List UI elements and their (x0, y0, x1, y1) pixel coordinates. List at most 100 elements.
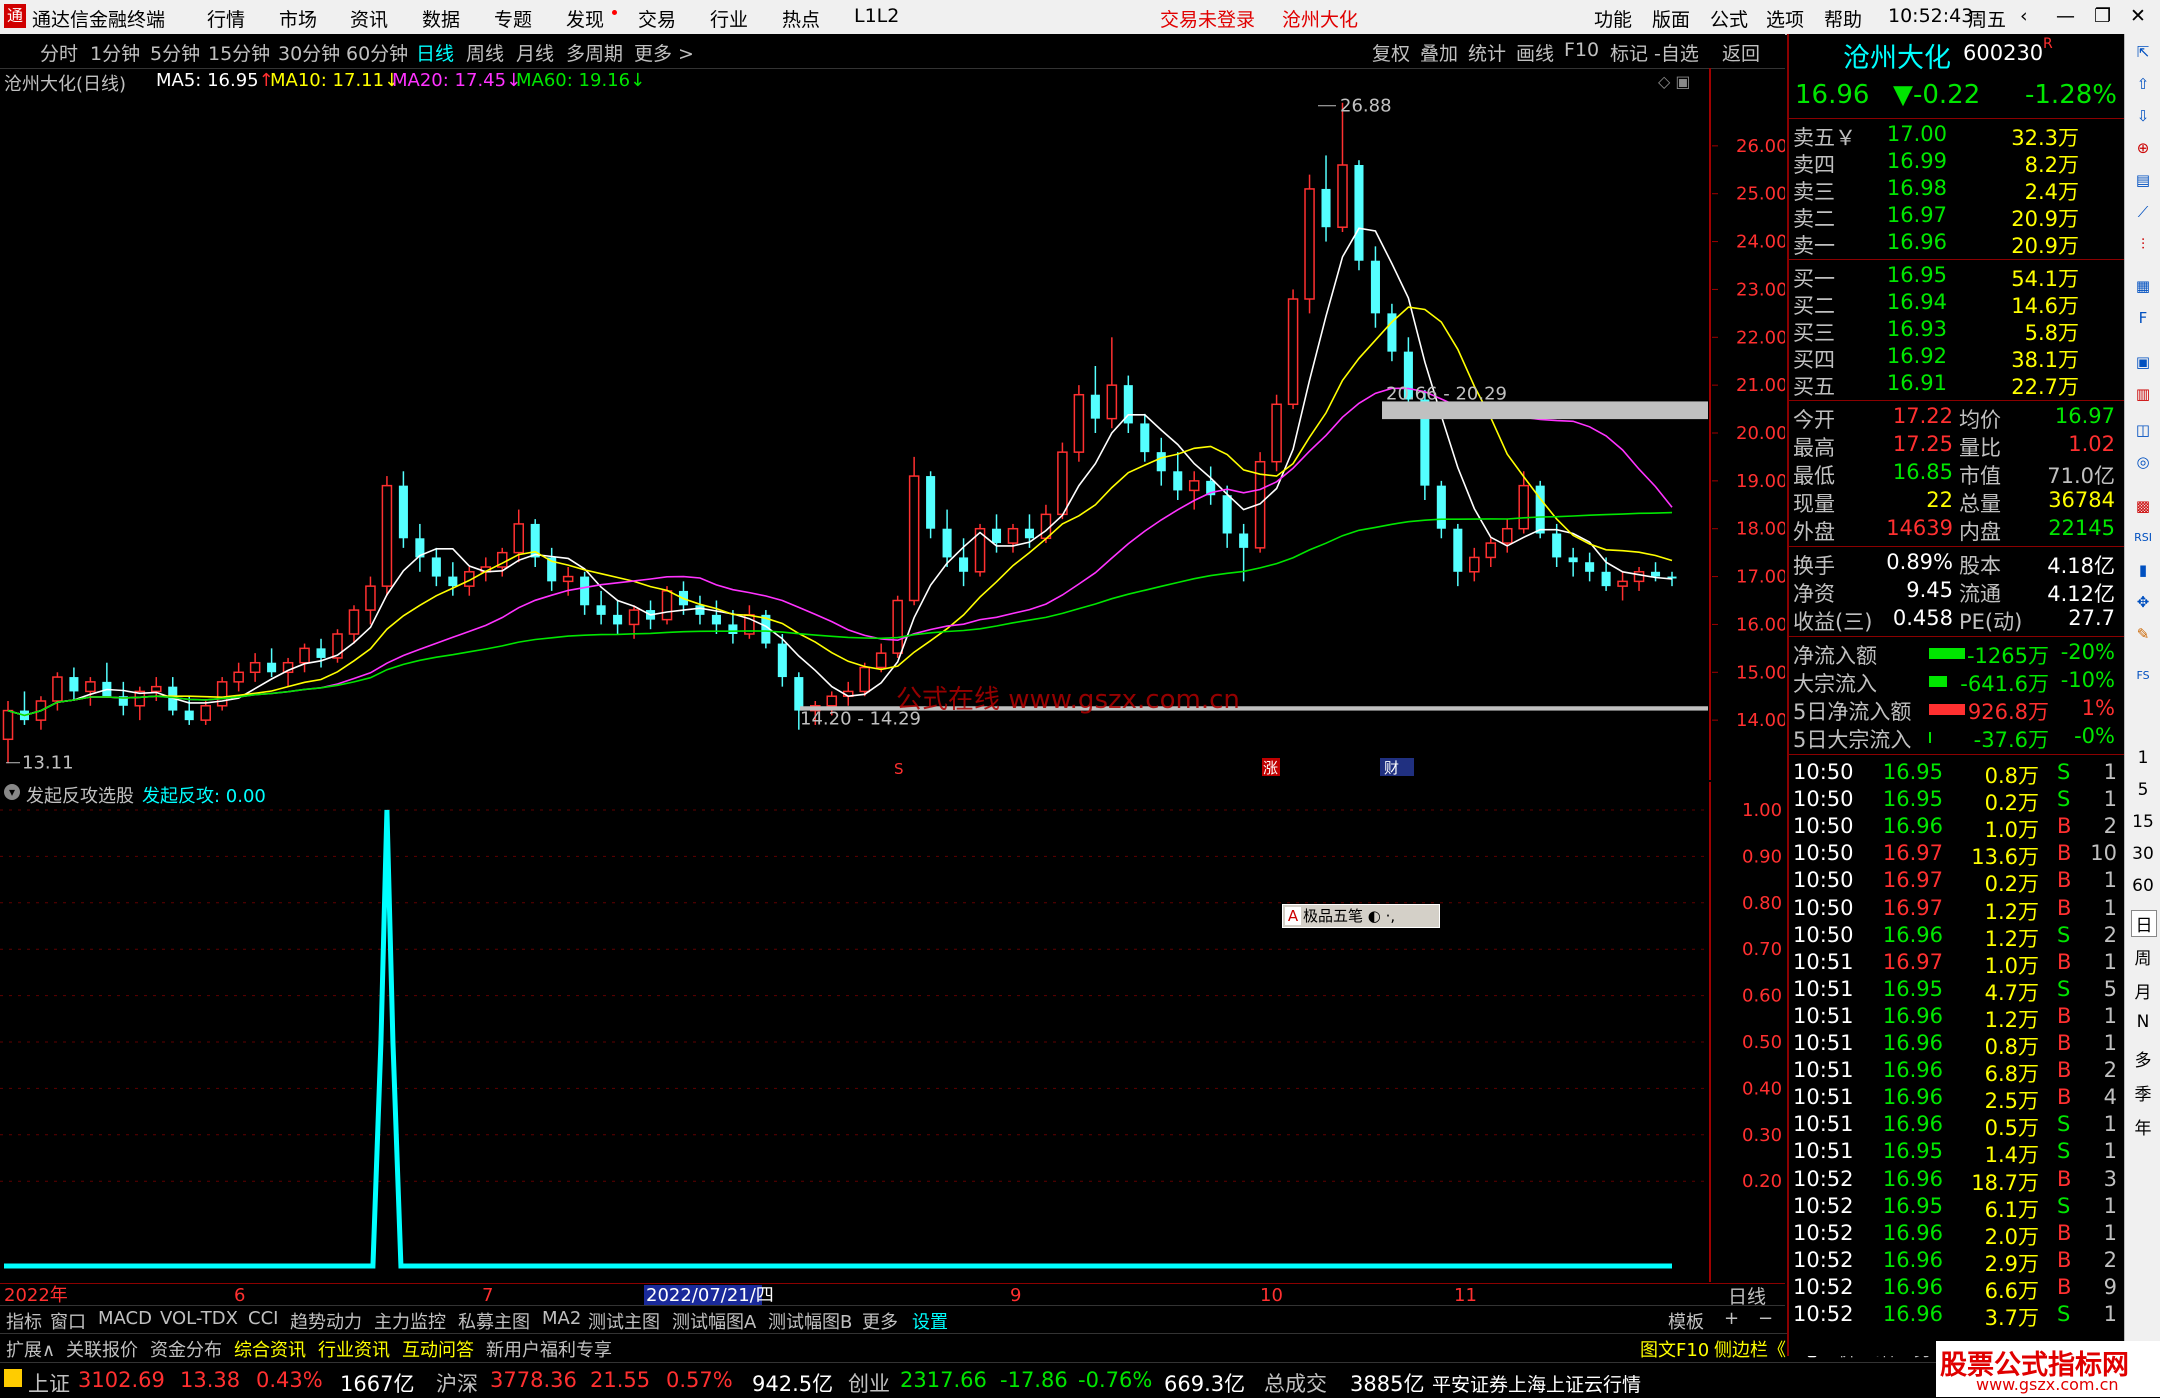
tab-zijin-fenbu[interactable]: 资金分布 (150, 1336, 222, 1362)
tab-hudong-wenda[interactable]: 互动问答 (402, 1336, 474, 1362)
index-sh-name[interactable]: 上证 (28, 1368, 70, 1398)
side-period-day[interactable]: 日 (2131, 910, 2157, 937)
tab-ceshi-futu-a[interactable]: 测试幅图A (672, 1308, 756, 1334)
fs-icon[interactable]: FS (2131, 664, 2155, 688)
zixuan-icon[interactable]: ⊕ (2131, 136, 2155, 160)
move-icon[interactable]: ✥ (2131, 590, 2155, 614)
tab-cci[interactable]: CCI (248, 1308, 278, 1329)
pencil-icon[interactable]: ✎ (2131, 622, 2155, 646)
close-icon[interactable]: ✕ (2130, 5, 2146, 27)
kline-icon[interactable]: ⫶ (2131, 232, 2155, 256)
zoom-in-button[interactable]: + (1724, 1308, 1739, 1329)
menu-l1l2[interactable]: L1L2 (854, 5, 899, 27)
tab-hangye-zixun[interactable]: 行业资讯 (318, 1336, 390, 1362)
minimize-icon[interactable]: — (2056, 5, 2075, 27)
doc-icon[interactable]: ▥ (2131, 382, 2155, 406)
f10-icon[interactable]: F (2131, 306, 2155, 330)
btn-tongji[interactable]: 统计 (1468, 39, 1506, 66)
menu-shichang[interactable]: 市场 (279, 5, 317, 32)
tab-vol-tdx[interactable]: VOL-TDX (160, 1308, 238, 1329)
side-period-year[interactable]: 年 (2131, 1114, 2155, 1139)
tab-ceshi-futu-b[interactable]: 测试幅图B (768, 1308, 852, 1334)
side-period-60[interactable]: 60 (2131, 876, 2155, 896)
tab-monthly[interactable]: 月线 (516, 39, 554, 66)
index-hs-name[interactable]: 沪深 (436, 1368, 478, 1398)
tab-60min[interactable]: 60分钟 (346, 39, 408, 66)
menu-hangqing[interactable]: 行情 (207, 5, 245, 32)
restore-icon[interactable]: ❐ (2094, 5, 2111, 27)
circle-icon[interactable]: ◎ (2131, 450, 2155, 474)
side-period-5[interactable]: 5 (2131, 780, 2155, 800)
menu-shuju[interactable]: 数据 (422, 5, 460, 32)
down-arrow-icon[interactable]: ⇩ (2131, 104, 2155, 128)
ime-moon-icon[interactable]: ◐ ·, (1363, 907, 1395, 925)
side-period-week[interactable]: 周 (2131, 944, 2155, 969)
menu-gongshi[interactable]: 公式 (1710, 5, 1748, 32)
btn-biaoji[interactable]: 标记 (1610, 39, 1648, 66)
candlestick-chart[interactable]: 20.66 - 20.2914.20 - 14.2926.8813.11公式在线… (0, 68, 1785, 780)
tab-zhibiao[interactable]: 指标 (6, 1308, 42, 1334)
btn-fanhui[interactable]: 返回 (1722, 39, 1760, 66)
btn-sidebar[interactable]: 侧边栏《 (1714, 1336, 1786, 1362)
tab-ma2[interactable]: MA2 (542, 1308, 581, 1329)
side-period-multi[interactable]: 多 (2131, 1046, 2155, 1071)
tab-zhuli-jiankong[interactable]: 主力监控 (374, 1308, 446, 1334)
side-period-15[interactable]: 15 (2131, 812, 2155, 832)
tab-xinyonghu-fuli[interactable]: 新用户福利专享 (486, 1336, 612, 1362)
tab-more[interactable]: 更多 > (634, 39, 694, 66)
menu-zixun[interactable]: 资讯 (350, 5, 388, 32)
menu-redian[interactable]: 热点 (782, 5, 820, 32)
side-period-1[interactable]: 1 (2131, 748, 2155, 768)
menu-jiaoyi[interactable]: 交易 (638, 5, 676, 32)
tab-1min[interactable]: 1分钟 (90, 39, 140, 66)
tab-shezhi[interactable]: 设置 (912, 1308, 948, 1334)
menu-gongneng[interactable]: 功能 (1594, 5, 1632, 32)
menu-faxian[interactable]: 发现 (566, 5, 604, 32)
btn-f10[interactable]: F10 (1564, 39, 1599, 61)
btn-diejia[interactable]: 叠加 (1420, 39, 1458, 66)
side-period-month[interactable]: 月 (2131, 978, 2155, 1003)
tab-5min[interactable]: 5分钟 (150, 39, 200, 66)
tab-fenshi[interactable]: 分时 (40, 39, 78, 66)
tab-template[interactable]: 模板 (1668, 1308, 1704, 1334)
btn-huaxian[interactable]: 画线 (1516, 39, 1554, 66)
zoom-out-button[interactable]: − (1758, 1308, 1773, 1329)
tab-qushi-dongli[interactable]: 趋势动力 (290, 1308, 362, 1334)
tab-macd[interactable]: MACD (98, 1308, 152, 1329)
line-chart-icon[interactable]: ⟋ (2131, 200, 2155, 224)
login-status[interactable]: 交易未登录 (1160, 5, 1255, 32)
menu-banmian[interactable]: 版面 (1652, 5, 1690, 32)
calendar-icon[interactable]: ▣ (2131, 350, 2155, 374)
tab-gengduo[interactable]: 更多 (862, 1308, 898, 1334)
tab-30min[interactable]: 30分钟 (278, 39, 340, 66)
tab-guanlian-baojia[interactable]: 关联报价 (66, 1336, 138, 1362)
menu-bangzhu[interactable]: 帮助 (1824, 5, 1862, 32)
side-period-30[interactable]: 30 (2131, 844, 2155, 864)
tab-multi-period[interactable]: 多周期 (566, 39, 623, 66)
btn-tuwen-f10[interactable]: 图文F10 (1640, 1336, 1709, 1362)
tab-daily[interactable]: 日线 (416, 39, 454, 66)
bar-chart-icon[interactable]: ▮ (2131, 558, 2155, 582)
up-arrow-icon[interactable]: ⇧ (2131, 72, 2155, 96)
menu-hangye[interactable]: 行业 (710, 5, 748, 32)
ime-toolbar[interactable]: A 极品五笔 ◐ ·, (1282, 904, 1440, 928)
tab-15min[interactable]: 15分钟 (208, 39, 270, 66)
menu-xuanxiang[interactable]: 选项 (1766, 5, 1804, 32)
tab-weekly[interactable]: 周线 (466, 39, 504, 66)
tab-ceshi-zhutu[interactable]: 测试主图 (588, 1308, 660, 1334)
back-icon[interactable]: ‹ (2020, 5, 2028, 27)
fz-icon[interactable]: ◫ (2131, 418, 2155, 442)
tab-simu-zhutu[interactable]: 私募主图 (458, 1308, 530, 1334)
btn-zixuan[interactable]: -自选 (1654, 39, 1699, 66)
tab-zonghe-zixun[interactable]: 综合资讯 (234, 1336, 306, 1362)
news-icon[interactable]: ▦ (2131, 274, 2155, 298)
side-period-n[interactable]: N (2131, 1012, 2155, 1032)
grid-icon[interactable]: ▩ (2131, 494, 2155, 518)
list-icon[interactable]: ▤ (2131, 168, 2155, 192)
side-expand-icon[interactable]: ⇱ (2131, 40, 2155, 64)
tab-chuangkou[interactable]: 窗口 (50, 1308, 86, 1334)
index-cy-name[interactable]: 创业 (848, 1368, 890, 1398)
btn-fuquan[interactable]: 复权 (1372, 39, 1410, 66)
tab-kuozhan[interactable]: 扩展∧ (6, 1336, 55, 1362)
side-period-quarter[interactable]: 季 (2131, 1080, 2155, 1105)
